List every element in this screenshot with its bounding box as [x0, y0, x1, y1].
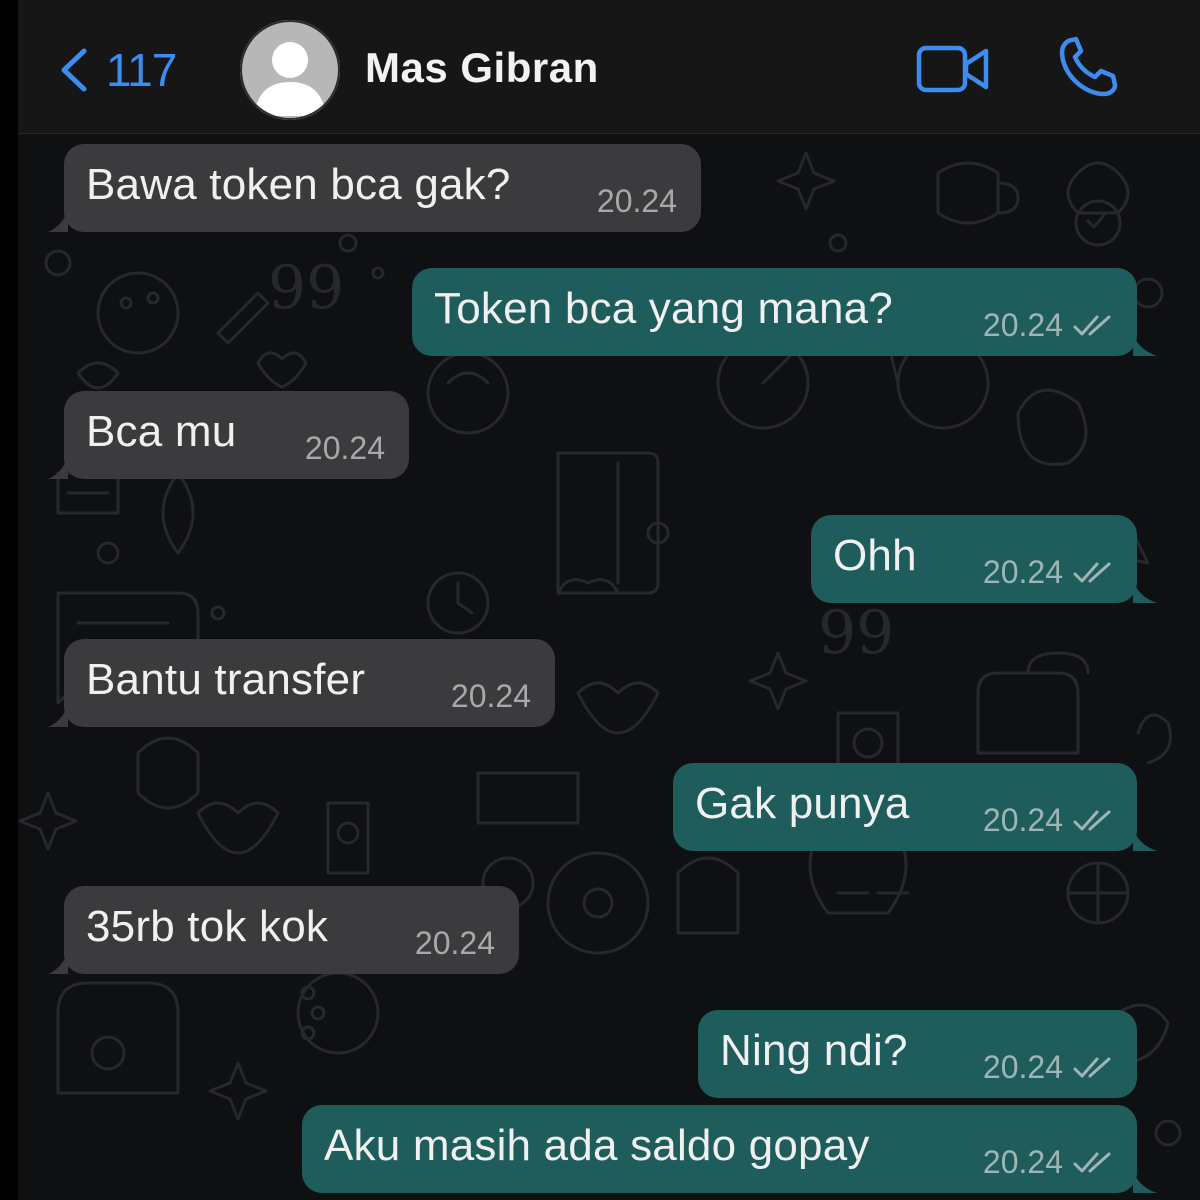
message-bubble-incoming[interactable]: Bawa token bca gak? 20.24: [48, 144, 701, 232]
message-text: Ohh: [833, 531, 917, 580]
voice-call-button[interactable]: [1058, 36, 1118, 103]
bubble-tail: [48, 705, 68, 727]
message-bubble-outgoing[interactable]: Token bca yang mana? 20.24: [412, 268, 1157, 356]
message-time: 20.24: [982, 802, 1063, 838]
message-bubble-outgoing[interactable]: Gak punya 20.24: [673, 763, 1157, 851]
message-time: 20.24: [982, 307, 1063, 343]
phone-icon: [1059, 36, 1118, 97]
bubble-tail: [1133, 334, 1157, 356]
bubble-tail: [1133, 829, 1157, 851]
back-button[interactable]: 117: [58, 40, 177, 100]
double-check-icon: [1073, 810, 1111, 831]
message-bubble-outgoing[interactable]: Ohh 20.24: [811, 515, 1157, 603]
double-check-icon: [1073, 315, 1111, 336]
message-time: 20.24: [596, 183, 677, 219]
video-call-button[interactable]: [916, 44, 990, 99]
double-check-icon: [1073, 1057, 1111, 1078]
message-time: 20.24: [414, 925, 495, 961]
message-text: Ning ndi?: [720, 1026, 908, 1075]
bubble-tail: [48, 457, 68, 479]
message-time: 20.24: [982, 1049, 1063, 1085]
chevron-left-icon: [61, 48, 87, 92]
message-text: Token bca yang mana?: [434, 284, 893, 333]
svg-text:99: 99: [268, 253, 344, 323]
bubble-tail: [48, 952, 68, 974]
message-bubble-outgoing[interactable]: Ning ndi? 20.24: [698, 1010, 1137, 1098]
message-text: 35rb tok kok: [86, 902, 329, 951]
video-camera-icon: [916, 45, 989, 93]
message-text: Gak punya: [695, 779, 910, 828]
chat-header: 117 Mas Gibran: [18, 0, 1200, 134]
message-bubble-incoming[interactable]: 35rb tok kok 20.24: [48, 886, 519, 974]
chat-screen: 99 99 117 Mas Gibran Bawa token bca gak?…: [0, 0, 1200, 1200]
double-check-icon: [1073, 562, 1111, 583]
message-time: 20.24: [982, 554, 1063, 590]
contact-name[interactable]: Mas Gibran: [365, 44, 599, 92]
message-text: Bantu transfer: [86, 655, 366, 704]
message-bubble-outgoing[interactable]: Aku masih ada saldo gopay 20.24: [302, 1105, 1157, 1193]
svg-text:99: 99: [818, 598, 894, 668]
double-check-icon: [1073, 1152, 1111, 1173]
bubble-tail: [1133, 1171, 1157, 1193]
message-text: Bca mu: [86, 407, 237, 456]
message-time: 20.24: [450, 678, 531, 714]
message-text: Aku masih ada saldo gopay: [324, 1121, 870, 1170]
bubble-tail: [48, 210, 68, 232]
avatar-ring: [240, 20, 340, 120]
unread-count: 117: [106, 44, 177, 96]
message-bubble-incoming[interactable]: Bantu transfer 20.24: [48, 639, 555, 727]
message-time: 20.24: [304, 430, 385, 466]
message-text: Bawa token bca gak?: [86, 160, 511, 209]
bubble-tail: [1133, 581, 1157, 603]
message-bubble-incoming[interactable]: Bca mu 20.24: [48, 391, 409, 479]
message-time: 20.24: [982, 1144, 1063, 1180]
